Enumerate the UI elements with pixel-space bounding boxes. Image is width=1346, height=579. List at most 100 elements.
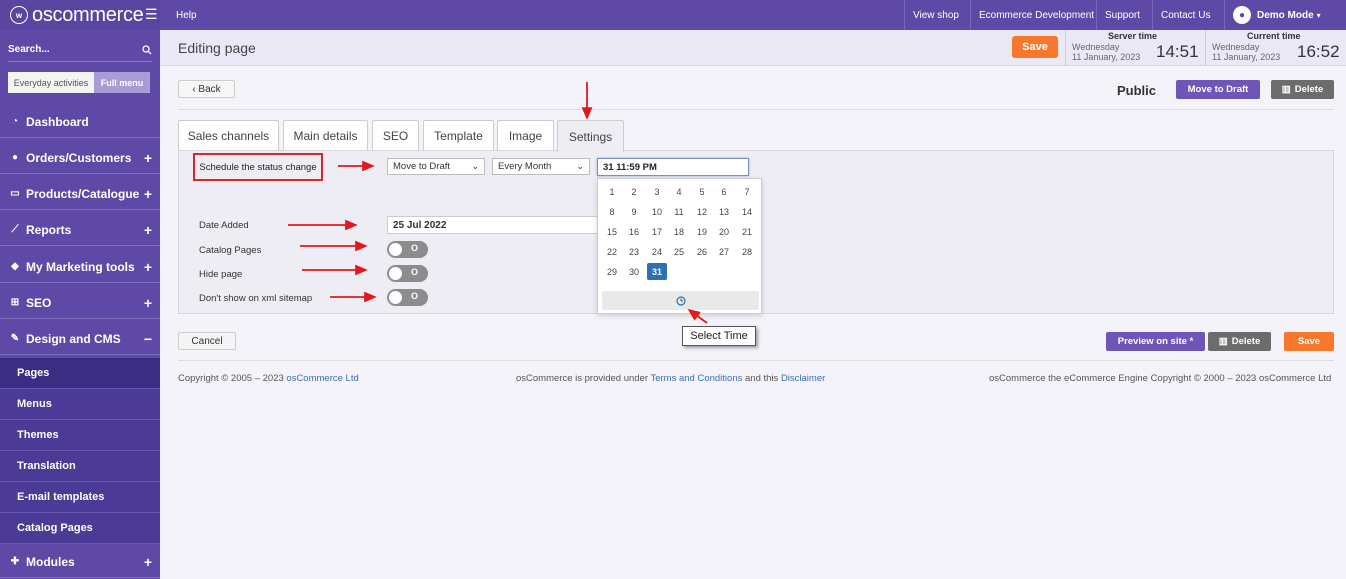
calendar-day[interactable]: 9 bbox=[624, 203, 644, 220]
ecommerce-development-link[interactable]: Ecommerce Development bbox=[970, 0, 1102, 30]
sidebar-subitem-email-templates[interactable]: E-mail templates bbox=[0, 482, 160, 513]
delete-button-bottom[interactable]: ▥ Delete bbox=[1208, 332, 1271, 351]
sidebar-item-marketing-tools[interactable]: ◆ My Marketing tools + bbox=[0, 251, 160, 283]
toggle-off-text: O bbox=[411, 267, 419, 277]
calendar-day[interactable]: 16 bbox=[624, 223, 644, 240]
hide-page-toggle[interactable]: O bbox=[387, 265, 428, 282]
calendar-day[interactable]: 29 bbox=[602, 263, 622, 280]
calendar-day[interactable]: 27 bbox=[714, 243, 734, 260]
sidebar-item-products-catalogue[interactable]: ▭ Products/Catalogue + bbox=[0, 178, 160, 210]
calendar-day[interactable]: 23 bbox=[624, 243, 644, 260]
calendar-day[interactable]: 25 bbox=[669, 243, 689, 260]
full-menu-button[interactable]: Full menu bbox=[94, 72, 150, 93]
calendar-day[interactable]: 5 bbox=[692, 183, 712, 200]
caret-down-icon: ▾ bbox=[1316, 10, 1321, 20]
expand-icon[interactable]: + bbox=[144, 222, 152, 238]
calendar-day[interactable]: 28 bbox=[737, 243, 757, 260]
calendar-day[interactable]: 4 bbox=[669, 183, 689, 200]
expand-icon[interactable]: + bbox=[144, 186, 152, 202]
sidebar-item-orders-customers[interactable]: ● Orders/Customers + bbox=[0, 142, 160, 174]
calendar-day[interactable]: 15 bbox=[602, 223, 622, 240]
hamburger-icon[interactable]: ☰ bbox=[145, 6, 158, 23]
move-to-draft-button[interactable]: Move to Draft bbox=[1176, 80, 1260, 99]
collapse-icon[interactable]: − bbox=[144, 331, 152, 347]
calendar-day[interactable]: 17 bbox=[647, 223, 667, 240]
preview-on-site-button[interactable]: Preview on site * bbox=[1106, 332, 1205, 351]
tab-template[interactable]: Template bbox=[423, 120, 494, 151]
calendar-day[interactable]: 1 bbox=[602, 183, 622, 200]
calendar-day[interactable]: 21 bbox=[737, 223, 757, 240]
calendar-day[interactable]: 3 bbox=[647, 183, 667, 200]
expand-icon[interactable]: + bbox=[144, 259, 152, 275]
schedule-datetime-input[interactable]: 31 11:59 PM bbox=[597, 158, 749, 176]
tab-settings[interactable]: Settings bbox=[557, 120, 624, 152]
expand-icon[interactable]: + bbox=[144, 150, 152, 166]
user-menu[interactable]: ● Demo Mode ▾ bbox=[1224, 0, 1346, 30]
xml-sitemap-toggle[interactable]: O bbox=[387, 289, 428, 306]
calendar-day[interactable]: 22 bbox=[602, 243, 622, 260]
search-icon[interactable] bbox=[142, 44, 152, 55]
oscommerce-ltd-link[interactable]: osCommerce Ltd bbox=[286, 373, 358, 384]
calendar-day[interactable]: 24 bbox=[647, 243, 667, 260]
status-select[interactable]: Move to Draft ⌄ bbox=[387, 158, 485, 175]
tab-image[interactable]: Image bbox=[497, 120, 554, 151]
sidebar-subitem-translation[interactable]: Translation bbox=[0, 451, 160, 482]
expand-icon[interactable]: + bbox=[144, 295, 152, 311]
current-day: Wednesday bbox=[1212, 42, 1260, 52]
calendar-day[interactable]: 19 bbox=[692, 223, 712, 240]
calendar-day[interactable]: 26 bbox=[692, 243, 712, 260]
calendar-day-selected[interactable]: 31 bbox=[647, 263, 667, 280]
tab-sales-channels[interactable]: Sales channels bbox=[178, 120, 279, 151]
calendar-day[interactable]: 12 bbox=[692, 203, 712, 220]
sidebar-item-seo[interactable]: ⊞ SEO + bbox=[0, 287, 160, 319]
sidebar-subitem-themes[interactable]: Themes bbox=[0, 420, 160, 451]
select-time-button[interactable] bbox=[602, 291, 759, 310]
catalog-pages-toggle[interactable]: O bbox=[387, 241, 428, 258]
top-bar: Help View shop Ecommerce Development Sup… bbox=[160, 0, 1346, 30]
view-shop-link[interactable]: View shop bbox=[904, 0, 967, 30]
calendar-day[interactable]: 13 bbox=[714, 203, 734, 220]
calendar-day[interactable]: 2 bbox=[624, 183, 644, 200]
sidebar-item-design-cms[interactable]: ✎ Design and CMS − bbox=[0, 323, 160, 355]
calendar-day[interactable]: 30 bbox=[624, 263, 644, 280]
help-link[interactable]: Help bbox=[168, 0, 205, 30]
contact-us-link[interactable]: Contact Us bbox=[1152, 0, 1218, 30]
everyday-activities-button[interactable]: Everyday activities bbox=[8, 72, 94, 93]
back-button[interactable]: ‹ Back bbox=[178, 80, 235, 98]
search-label: Search... bbox=[8, 44, 50, 55]
calendar-day[interactable]: 8 bbox=[602, 203, 622, 220]
cancel-button[interactable]: Cancel bbox=[178, 332, 236, 350]
disclaimer-link[interactable]: Disclaimer bbox=[781, 373, 825, 384]
expand-icon[interactable]: + bbox=[144, 554, 152, 570]
calendar-day[interactable]: 10 bbox=[647, 203, 667, 220]
toggle-knob bbox=[389, 267, 402, 280]
server-time: Server time Wednesday 11 January, 2023 1… bbox=[1065, 30, 1205, 66]
sidebar-item-reports[interactable]: ⟋ Reports + bbox=[0, 214, 160, 246]
sidebar-search[interactable]: Search... bbox=[8, 38, 152, 62]
tab-main-details[interactable]: Main details bbox=[283, 120, 368, 151]
terms-link[interactable]: Terms and Conditions bbox=[650, 373, 742, 384]
calendar-day[interactable]: 11 bbox=[669, 203, 689, 220]
calendar-day[interactable]: 20 bbox=[714, 223, 734, 240]
delete-button[interactable]: ▥ Delete bbox=[1271, 80, 1334, 99]
sidebar-subitem-menus[interactable]: Menus bbox=[0, 389, 160, 420]
save-button[interactable]: Save bbox=[1012, 36, 1058, 58]
sidebar-item-dashboard[interactable]: ◔ Dashboard bbox=[0, 106, 160, 138]
support-link[interactable]: Support bbox=[1096, 0, 1148, 30]
sidebar-item-label: My Marketing tools bbox=[26, 259, 135, 274]
calendar-day[interactable]: 7 bbox=[737, 183, 757, 200]
sidebar-subitem-pages[interactable]: Pages bbox=[0, 358, 160, 389]
sidebar-subitem-catalog-pages[interactable]: Catalog Pages bbox=[0, 513, 160, 544]
calendar-day[interactable]: 14 bbox=[737, 203, 757, 220]
folder-icon: ▭ bbox=[10, 188, 20, 199]
sitemap-icon: ⊞ bbox=[10, 297, 20, 308]
date-picker-popup: 1 2 3 4 5 6 7 8 9 10 11 12 13 14 15 16 17 18 19 20 21 22 23 24 2… bbox=[597, 178, 762, 314]
date-added-input[interactable]: 25 Jul 2022 bbox=[387, 216, 599, 234]
sidebar-item-modules[interactable]: ✚ Modules + bbox=[0, 546, 160, 578]
calendar-day[interactable]: 6 bbox=[714, 183, 734, 200]
repeat-select[interactable]: Every Month ⌄ bbox=[492, 158, 590, 175]
brand-logo[interactable]: w oscommerce bbox=[0, 0, 160, 30]
tab-seo[interactable]: SEO bbox=[372, 120, 419, 151]
save-button-bottom[interactable]: Save bbox=[1284, 332, 1334, 351]
calendar-day[interactable]: 18 bbox=[669, 223, 689, 240]
